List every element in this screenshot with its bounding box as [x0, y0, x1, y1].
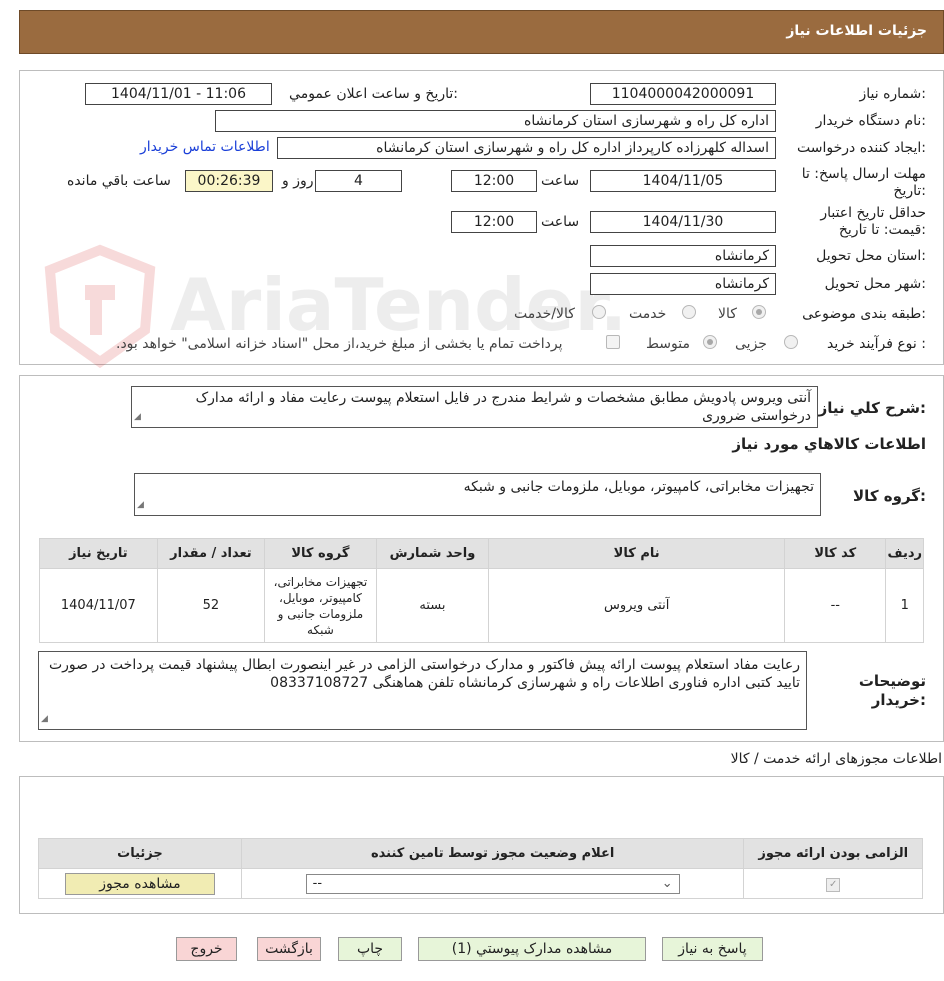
treasury-payment-note: پرداخت تمام یا بخشی از مبلغ خرید،از محل … — [116, 336, 563, 352]
requester-field: اسداله کلهرزاده کارپرداز اداره کل راه و … — [277, 137, 776, 159]
category-radio-goods-service[interactable] — [592, 305, 606, 319]
process-option-medium: متوسط — [646, 336, 690, 352]
category-radio-goods[interactable] — [752, 305, 766, 319]
col-quantity: تعداد / مقدار — [156, 538, 266, 569]
deadline-time-label: ساعت — [541, 173, 580, 189]
view-license-button[interactable]: مشاهده مجوز — [64, 872, 215, 895]
process-option-minor: جزیی — [735, 336, 767, 352]
treasury-payment-checkbox[interactable] — [606, 335, 620, 349]
table-row: ✓ ⌄ -- مشاهده مجوز — [38, 868, 923, 899]
city-field: کرمانشاه — [590, 273, 776, 295]
license-status-cell: ⌄ -- — [240, 868, 745, 899]
goods-table: رديف کد کالا نام کالا واحد شمارش گروه کا… — [39, 538, 924, 643]
validity-label: حداقل تاریخ اعتبار — [820, 205, 926, 221]
category-option-goods-service: کالا/خدمت — [514, 306, 575, 322]
row-date: 1404/11/07 — [39, 568, 158, 643]
announce-datetime-field: 1404/11/01 - 11:06 — [85, 83, 272, 105]
buyer-contact-link[interactable]: اطلاعات تماس خریدار — [140, 139, 270, 155]
goods-group-textarea[interactable]: تجهیزات مخابراتی، کامپیوتر، موبایل، ملزو… — [134, 473, 821, 516]
license-status-select[interactable]: ⌄ -- — [305, 873, 680, 894]
col-need-date: تاریخ نیاز — [39, 538, 158, 569]
licenses-table: الزامی بودن ارائه مجوز اعلام وضعیت مجوز … — [38, 838, 923, 899]
row-group: تجهیزات مخابراتی، کامپیوتر، موبایل، ملزو… — [264, 568, 377, 643]
col-unit: واحد شمارش — [375, 538, 490, 569]
col-license-required: الزامی بودن ارائه مجوز — [743, 838, 923, 869]
description-text: آنتی ویروس پادویش مطابق مشخصات و شرایط م… — [195, 390, 811, 424]
process-radio-minor[interactable] — [784, 335, 798, 349]
buyer-notes-label-2: خریدار: — [871, 691, 926, 709]
col-item-name: نام کالا — [488, 538, 786, 569]
reply-to-need-button[interactable]: پاسخ به نیاز — [662, 937, 763, 961]
col-item-code: کد کالا — [784, 538, 887, 569]
validity-time-label: ساعت — [541, 214, 580, 230]
resize-grip-icon[interactable]: ◢ — [41, 710, 48, 728]
description-label: شرح کلي نياز: — [818, 399, 926, 417]
deadline-date-field: 1404/11/05 — [590, 170, 776, 192]
col-row-number: رديف — [885, 538, 924, 569]
city-label: شهر محل تحویل: — [824, 276, 926, 292]
buyer-notes-label: توضیحات — [858, 672, 926, 690]
license-status-value: -- — [312, 875, 323, 891]
resize-grip-icon[interactable]: ◢ — [137, 496, 144, 514]
category-radio-service[interactable] — [682, 305, 696, 319]
province-label: استان محل تحویل: — [816, 248, 926, 264]
back-button[interactable]: بازگشت — [257, 937, 321, 961]
row-unit: بسته — [375, 568, 490, 643]
category-label: طبقه بندی موضوعی: — [802, 306, 926, 322]
need-number-field: 1104000042000091 — [590, 83, 776, 105]
goods-group-text: تجهیزات مخابراتی، کامپیوتر، موبایل، ملزو… — [463, 479, 814, 495]
licenses-section-title: اطلاعات مجوزهای ارائه خدمت / کالا — [730, 751, 942, 767]
validity-date-field: 1404/11/30 — [590, 211, 776, 233]
print-button[interactable]: چاپ — [338, 937, 402, 961]
goods-group-label: گروه کالا: — [853, 487, 926, 505]
days-label: روز و — [282, 173, 314, 189]
requester-label: ایجاد کننده درخواست: — [797, 140, 926, 156]
license-required-cell: ✓ — [743, 868, 923, 899]
need-number-label: شماره نیاز: — [859, 86, 926, 102]
province-field: کرمانشاه — [590, 245, 776, 267]
buyer-org-field: اداره کل راه و شهرسازی استان کرمانشاه — [215, 110, 776, 132]
page-title: جزئیات اطلاعات نیاز — [786, 23, 927, 39]
remaining-time-label: ساعت باقي مانده — [67, 173, 171, 189]
required-checkbox-icon: ✓ — [826, 877, 841, 892]
validity-time-field: 12:00 — [451, 211, 537, 233]
goods-table-header: رديف کد کالا نام کالا واحد شمارش گروه کا… — [39, 538, 924, 569]
row-index: 1 — [885, 568, 924, 643]
table-row: 1 -- آنتی ویروس بسته تجهیزات مخابراتی، ک… — [39, 568, 924, 643]
remaining-time-field: 00:26:39 — [185, 170, 273, 192]
deadline-label: مهلت ارسال پاسخ: تا — [801, 166, 926, 182]
announce-label: تاریخ و ساعت اعلان عمومي: — [289, 86, 458, 102]
row-quantity: 52 — [156, 568, 266, 643]
description-textarea[interactable]: آنتی ویروس پادویش مطابق مشخصات و شرایط م… — [131, 386, 818, 428]
row-code: -- — [784, 568, 887, 643]
category-option-goods: کالا — [718, 306, 737, 322]
col-license-status: اعلام وضعیت مجوز توسط تامین کننده — [240, 838, 745, 869]
row-name: آنتی ویروس — [488, 568, 786, 643]
days-remaining-field: 4 — [315, 170, 402, 192]
chevron-down-icon: ⌄ — [661, 875, 673, 891]
buyer-notes-text: رعایت مفاد استعلام پیوست ارائه پیش فاکتو… — [48, 657, 800, 691]
licenses-table-header: الزامی بودن ارائه مجوز اعلام وضعیت مجوز … — [38, 838, 923, 869]
page-header: جزئیات اطلاعات نیاز — [19, 10, 944, 54]
license-details-cell: مشاهده مجوز — [38, 868, 242, 899]
col-item-group: گروه کالا — [264, 538, 377, 569]
buyer-org-label: نام دستگاه خریدار: — [815, 113, 926, 129]
view-attachments-button[interactable]: مشاهده مدارک پیوستي (1) — [418, 937, 646, 961]
validity-label-2: قیمت: تا تاریخ: — [838, 222, 926, 238]
deadline-time-field: 12:00 — [451, 170, 537, 192]
exit-button[interactable]: خروج — [176, 937, 237, 961]
deadline-label-2: تاریخ: — [893, 183, 926, 199]
col-license-details: جزئیات — [38, 838, 242, 869]
category-option-service: خدمت — [629, 306, 667, 322]
process-label: نوع فرآیند خرید : — [827, 336, 926, 352]
resize-grip-icon[interactable]: ◢ — [134, 408, 141, 426]
goods-section-title: اطلاعات کالاهاي مورد نياز — [732, 435, 926, 453]
process-radio-medium[interactable] — [703, 335, 717, 349]
buyer-notes-textarea[interactable]: رعایت مفاد استعلام پیوست ارائه پیش فاکتو… — [38, 651, 807, 730]
